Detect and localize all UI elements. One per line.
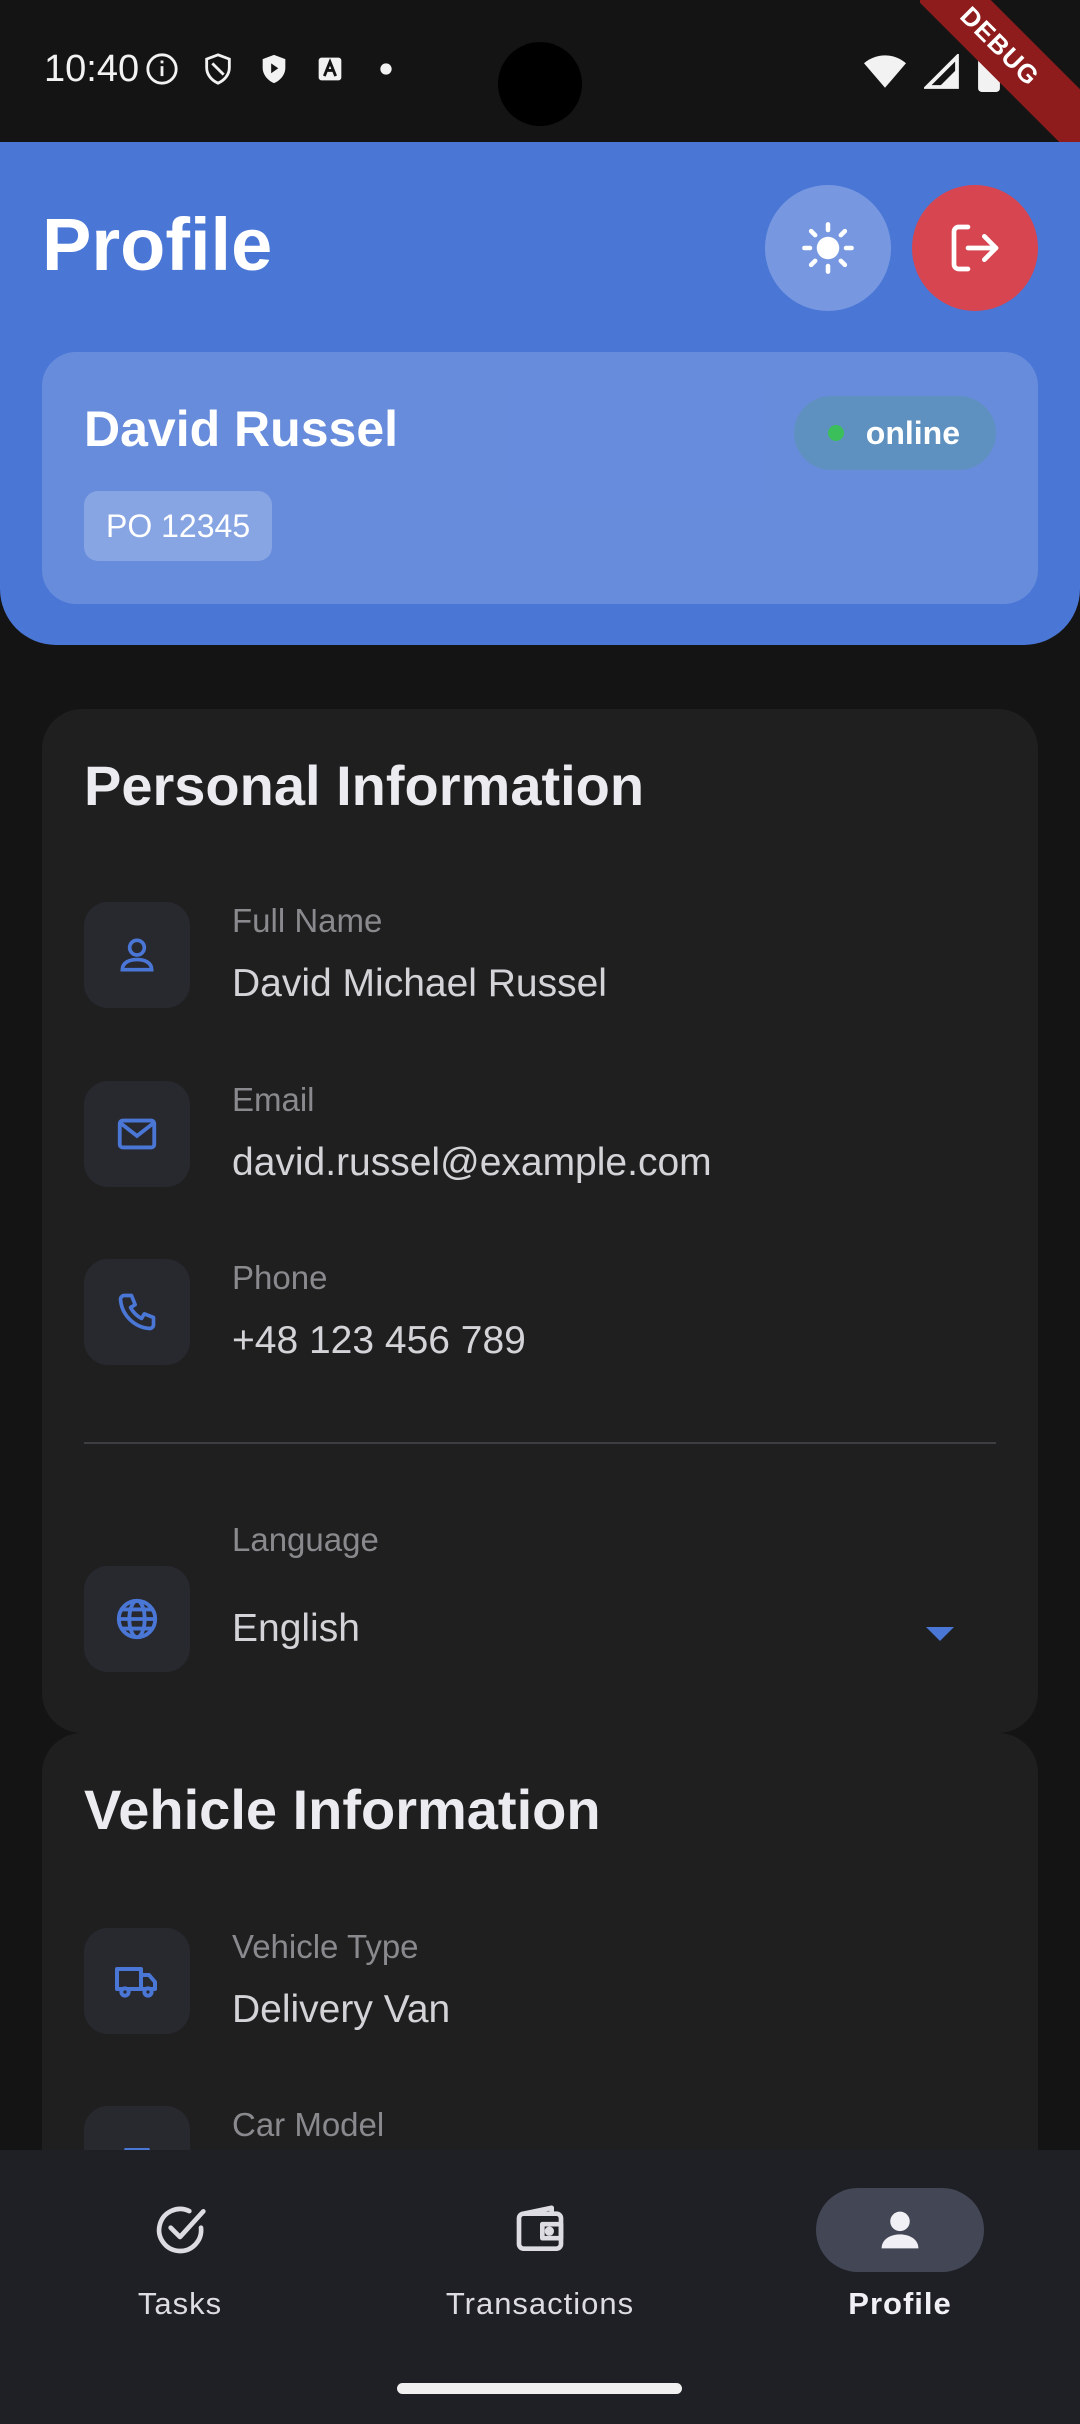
info-row-full-name: Full Name David Michael Russel	[84, 902, 996, 1012]
sun-icon	[802, 222, 854, 274]
user-name: David Russel	[84, 401, 399, 457]
status-badge: online	[793, 396, 996, 470]
check-circle-icon	[156, 2206, 206, 2254]
vehicle-type-label: Vehicle Type	[232, 1928, 419, 1965]
vehicle-type-icon-box	[84, 1928, 190, 2034]
full-name-label: Full Name	[232, 902, 383, 939]
status-dot	[827, 425, 844, 441]
user-summary-card: David Russel online PO 12345	[42, 352, 1038, 604]
tasks-icon-wrap	[96, 2188, 264, 2272]
person-icon	[120, 938, 154, 972]
nav-label-transactions: Transactions	[445, 2286, 635, 2321]
text-a-icon	[318, 57, 342, 81]
status-text: online	[865, 414, 960, 451]
section-divider	[84, 1442, 996, 1444]
logout-icon	[951, 224, 999, 272]
car-model-label: Car Model	[232, 2106, 385, 2143]
info-icon	[146, 53, 178, 85]
profile-icon-wrap	[816, 2188, 984, 2272]
vehicle-info-title: Vehicle Information	[84, 1778, 601, 1841]
language-selector[interactable]: Language English	[84, 1521, 996, 1681]
full-name-value: David Michael Russel	[232, 962, 607, 1005]
nav-label-tasks: Tasks	[137, 2286, 223, 2321]
email-icon-box	[84, 1081, 190, 1187]
wallet-icon	[516, 2205, 564, 2251]
status-time: 10:40	[44, 48, 140, 90]
email-value: david.russel@example.com	[232, 1141, 712, 1184]
info-row-email: Email david.russel@example.com	[84, 1081, 996, 1191]
info-row-vehicle-type: Vehicle Type Delivery Van	[84, 1928, 996, 2038]
info-row-phone: Phone +48 123 456 789	[84, 1259, 996, 1369]
language-label: Language	[232, 1521, 379, 1558]
theme-toggle-button[interactable]	[765, 185, 891, 311]
nav-label-profile: Profile	[848, 2286, 952, 2321]
nav-item-profile[interactable]: Profile	[770, 2188, 1030, 2368]
logout-button[interactable]	[912, 185, 1038, 311]
page-title: Profile	[42, 203, 273, 286]
email-label: Email	[232, 1081, 315, 1118]
camera-cutout	[498, 42, 582, 126]
phone-value: +48 123 456 789	[232, 1319, 526, 1362]
language-value[interactable]: English	[232, 1607, 360, 1651]
status-bar: 10:40 DEBUG	[0, 0, 1080, 150]
phone-label: Phone	[232, 1259, 328, 1296]
globe-icon	[116, 1598, 158, 1640]
dot-icon	[380, 63, 392, 75]
status-icons-left	[145, 52, 403, 86]
wifi-icon	[864, 55, 906, 88]
po-number-badge: PO 12345	[84, 491, 273, 561]
mail-icon	[117, 1118, 157, 1150]
full-name-icon-box	[84, 902, 190, 1008]
personal-info-card: Personal Information Full Name David Mic…	[42, 709, 1038, 1733]
debug-ribbon-clip: DEBUG	[920, 0, 1080, 150]
language-icon-box	[84, 1566, 190, 1672]
transactions-icon-wrap	[456, 2188, 624, 2272]
personal-info-title: Personal Information	[84, 754, 645, 817]
person-icon	[881, 2211, 919, 2249]
phone-icon	[118, 1293, 156, 1331]
dropdown-arrow-icon[interactable]	[926, 1627, 954, 1641]
shield-icon	[205, 53, 231, 85]
profile-header: Profile David Russel online PO 12345	[0, 142, 1080, 645]
truck-icon	[115, 1967, 157, 1998]
nav-item-tasks[interactable]: Tasks	[50, 2188, 310, 2368]
phone-icon-box	[84, 1259, 190, 1365]
nav-item-transactions[interactable]: Transactions	[410, 2188, 670, 2368]
debug-ribbon: DEBUG	[920, 0, 1080, 150]
play-protect-icon	[262, 54, 286, 84]
vehicle-type-value: Delivery Van	[232, 1988, 451, 2031]
home-indicator[interactable]	[397, 2383, 682, 2394]
